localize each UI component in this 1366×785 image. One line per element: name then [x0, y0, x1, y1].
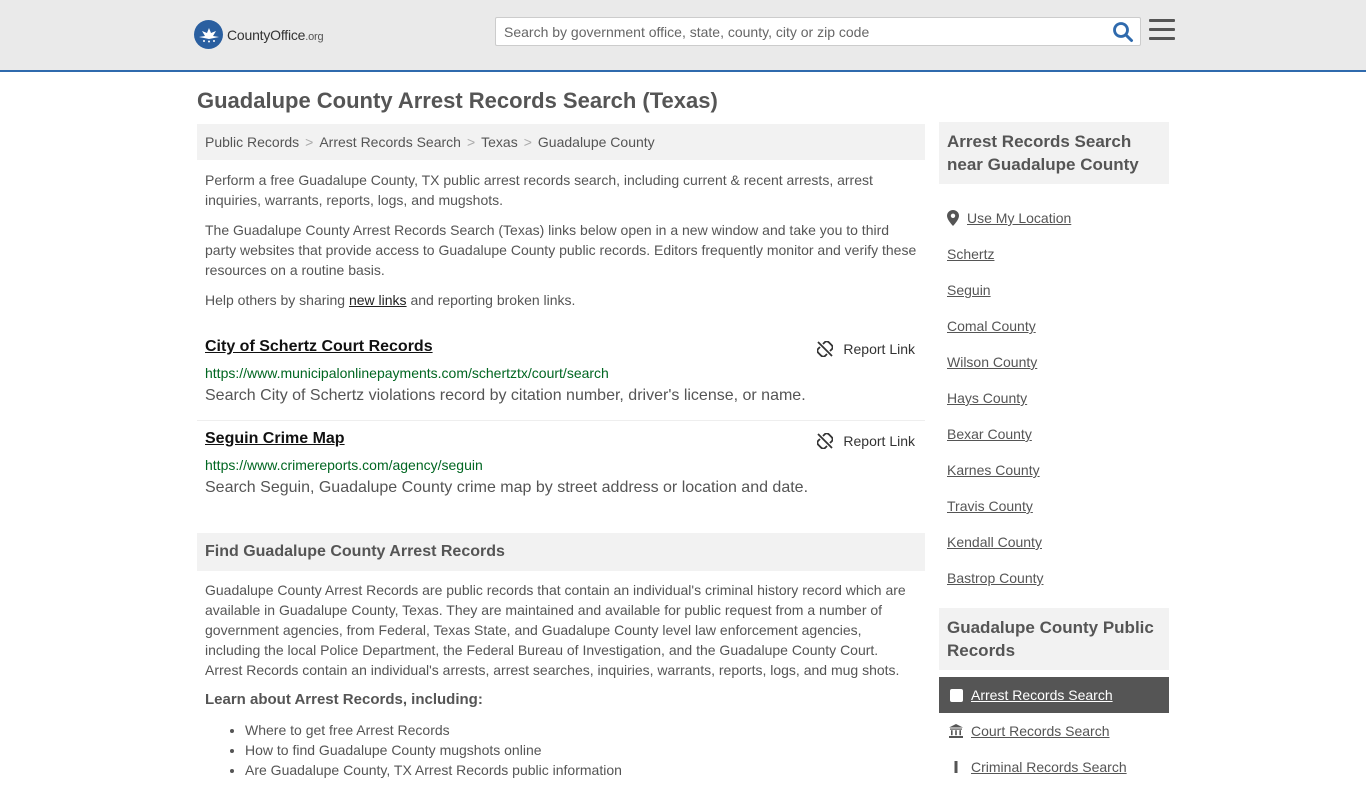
- breadcrumb-arrest-records[interactable]: Arrest Records Search: [319, 134, 461, 150]
- nearby-link[interactable]: Karnes County: [947, 462, 1040, 478]
- sidebar-item-arrest-records[interactable]: Arrest Records Search: [939, 677, 1169, 713]
- sidebar-near-box: Arrest Records Search near Guadalupe Cou…: [939, 122, 1169, 184]
- logo-seal-icon: [194, 20, 223, 49]
- sidebar-item-bexar-county: Bexar County: [939, 416, 1169, 452]
- nearby-link[interactable]: Kendall County: [947, 534, 1042, 550]
- intro-paragraph: Perform a free Guadalupe County, TX publ…: [205, 172, 873, 208]
- share-paragraph: Help others by sharing new links and rep…: [205, 292, 576, 308]
- sidebar-item-bastrop-county: Bastrop County: [939, 560, 1169, 596]
- find-section-heading: Find Guadalupe County Arrest Records: [197, 533, 925, 571]
- sidebar-public-heading: Guadalupe County Public Records: [939, 608, 1169, 670]
- list-item: How to find Guadalupe County mugshots on…: [245, 740, 622, 760]
- square-icon: [949, 688, 963, 702]
- nearby-link[interactable]: Comal County: [947, 318, 1036, 334]
- result-url[interactable]: https://www.municipalonlinepayments.com/…: [205, 365, 609, 381]
- breadcrumb-separator: >: [523, 134, 532, 150]
- breadcrumb: Public Records > Arrest Records Search > Tex…: [197, 124, 925, 160]
- sidebar-item-karnes-county: Karnes County: [939, 452, 1169, 488]
- use-my-location-link[interactable]: Use My Location: [967, 210, 1071, 226]
- report-link-button[interactable]: Report Link: [817, 433, 915, 449]
- sidebar-public-records-box: Guadalupe County Public Records: [939, 608, 1169, 670]
- nearby-link[interactable]: Schertz: [947, 246, 994, 262]
- sidebar-public-list: Arrest Records Search Court Records Sear…: [939, 677, 1169, 785]
- result-description: Search Seguin, Guadalupe County crime ma…: [205, 479, 809, 496]
- logo-text: CountyOffice.org: [227, 26, 324, 43]
- nearby-link[interactable]: Bastrop County: [947, 570, 1044, 586]
- map-pin-icon: [947, 210, 959, 226]
- top-bar: CountyOffice.org: [0, 0, 1366, 72]
- new-links-link[interactable]: new links: [349, 292, 407, 308]
- page-title: Guadalupe County Arrest Records Search (…: [197, 88, 718, 113]
- breadcrumb-public-records[interactable]: Public Records: [205, 134, 299, 150]
- broken-link-icon: [817, 433, 834, 449]
- report-link-button[interactable]: Report Link: [817, 341, 915, 357]
- list-item: Where to get free Arrest Records: [245, 720, 622, 740]
- breadcrumb-guadalupe-county[interactable]: Guadalupe County: [538, 134, 655, 150]
- sidebar-item-comal-county: Comal County: [939, 308, 1169, 344]
- result-title-link[interactable]: Seguin Crime Map: [205, 430, 345, 448]
- public-records-link[interactable]: Court Records Search: [971, 723, 1110, 739]
- result-title-link[interactable]: City of Schertz Court Records: [205, 338, 433, 356]
- list-item: Are Guadalupe County, TX Arrest Records …: [245, 760, 622, 780]
- result-description: Search City of Schertz violations record…: [205, 387, 806, 404]
- nearby-link[interactable]: Hays County: [947, 390, 1027, 406]
- broken-link-icon: [817, 341, 834, 357]
- breadcrumb-separator: >: [305, 134, 314, 150]
- public-records-link[interactable]: Criminal Records Search: [971, 759, 1127, 775]
- sidebar-item-hays-county: Hays County: [939, 380, 1169, 416]
- sidebar-near-heading: Arrest Records Search near Guadalupe Cou…: [939, 122, 1169, 184]
- nearby-link[interactable]: Bexar County: [947, 426, 1032, 442]
- handcuff-icon: [949, 760, 963, 774]
- result-item: City of Schertz Court Records Report Lin…: [197, 329, 925, 420]
- sidebar-item-schertz: Schertz: [939, 236, 1169, 272]
- sidebar-item-wilson-county: Wilson County: [939, 344, 1169, 380]
- sidebar-near-list: Use My Location Schertz Seguin Comal Cou…: [939, 200, 1169, 596]
- sidebar-item-criminal-records[interactable]: Criminal Records Search: [939, 749, 1169, 785]
- learn-heading: Learn about Arrest Records, including:: [205, 691, 483, 708]
- sidebar-item-court-records[interactable]: Court Records Search: [939, 713, 1169, 749]
- search-input[interactable]: [496, 18, 1106, 45]
- search-icon[interactable]: [1112, 21, 1134, 43]
- result-item: Seguin Crime Map Report Link https://www…: [197, 420, 925, 511]
- sidebar-item-kendall-county: Kendall County: [939, 524, 1169, 560]
- search-box: [495, 17, 1141, 46]
- nearby-link[interactable]: Travis County: [947, 498, 1033, 514]
- main-content: Perform a free Guadalupe County, TX publ…: [197, 170, 925, 511]
- public-records-link[interactable]: Arrest Records Search: [971, 687, 1113, 703]
- result-url[interactable]: https://www.crimereports.com/agency/segu…: [205, 457, 483, 473]
- disclaimer-paragraph: The Guadalupe County Arrest Records Sear…: [205, 222, 917, 278]
- sidebar-item-seguin: Seguin: [939, 272, 1169, 308]
- sidebar-item-travis-county: Travis County: [939, 488, 1169, 524]
- use-location-item: Use My Location: [939, 200, 1169, 236]
- nearby-link[interactable]: Seguin: [947, 282, 991, 298]
- find-section-body: Guadalupe County Arrest Records are publ…: [205, 582, 906, 678]
- courthouse-icon: [949, 724, 963, 738]
- breadcrumb-texas[interactable]: Texas: [481, 134, 518, 150]
- site-logo[interactable]: CountyOffice.org: [194, 20, 324, 49]
- hamburger-menu-icon[interactable]: [1149, 19, 1175, 41]
- breadcrumb-separator: >: [466, 134, 476, 150]
- learn-list: Where to get free Arrest Records How to …: [245, 720, 622, 780]
- nearby-link[interactable]: Wilson County: [947, 354, 1037, 370]
